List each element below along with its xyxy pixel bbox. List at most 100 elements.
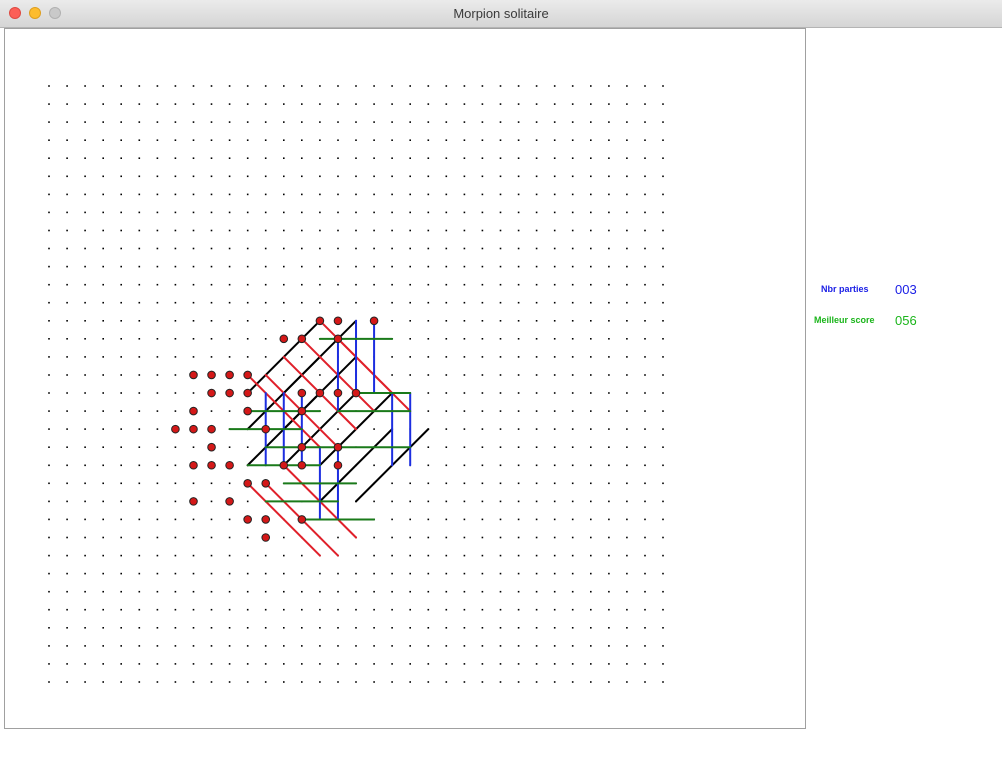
grid-dot[interactable] [445,193,448,196]
grid-dot[interactable] [355,608,357,611]
grid-dot[interactable] [427,103,430,105]
grid-dot[interactable] [174,645,177,647]
grid-dot[interactable] [644,283,646,286]
grid-dot[interactable] [48,392,50,394]
grid-dot[interactable] [571,103,574,105]
grid-dot[interactable] [84,446,86,448]
grid-dot[interactable] [608,410,610,412]
grid-dot[interactable] [246,247,249,250]
grid-dot[interactable] [174,301,177,304]
grid-dot[interactable] [517,283,520,286]
grid-dot[interactable] [373,681,375,683]
grid-dot[interactable] [409,627,411,629]
grid-dot[interactable] [590,175,592,178]
grid-dot[interactable] [391,247,393,250]
grid-dot[interactable] [427,175,430,178]
grid-dot[interactable] [662,283,664,286]
grid-dot[interactable] [156,627,159,629]
grid-dot[interactable] [210,338,213,340]
grid-dot[interactable] [210,157,213,159]
grid-dot[interactable] [66,446,68,448]
grid-dot[interactable] [571,157,574,159]
grid-dot[interactable] [192,536,195,539]
grid-dot[interactable] [409,536,411,539]
grid-dot[interactable] [499,663,502,665]
grid-dot[interactable] [264,645,267,647]
grid-dot[interactable] [626,356,628,358]
grid-dot[interactable] [662,157,664,159]
grid-dot[interactable] [102,518,104,521]
grid-dot[interactable] [66,554,68,557]
grid-dot[interactable] [626,320,628,322]
grid-dot[interactable] [553,464,556,467]
grid-dot[interactable] [373,175,375,178]
grid-dot[interactable] [571,464,574,467]
grid-dot[interactable] [535,645,538,647]
grid-dot[interactable] [481,193,484,196]
grid-dot[interactable] [138,211,141,214]
grid-dot[interactable] [571,283,574,286]
grid-dot[interactable] [571,175,574,178]
grid-dot[interactable] [499,374,502,376]
grid-dot[interactable] [391,356,393,358]
grid-dot[interactable] [499,301,502,304]
grid-dot[interactable] [499,536,502,539]
grid-dot[interactable] [445,338,448,340]
grid-dot[interactable] [608,356,610,358]
grid-dot[interactable] [445,157,448,159]
grid-dot[interactable] [535,283,538,286]
grid-dot[interactable] [427,464,430,467]
grid-dot[interactable] [499,103,502,105]
grid-dot[interactable] [84,193,86,196]
grid-dot[interactable] [192,247,195,250]
grid-dot[interactable] [373,193,375,196]
grid-dot[interactable] [391,103,393,105]
grid-dot[interactable] [409,229,411,232]
grid-dot[interactable] [174,247,177,250]
grid-dot[interactable] [427,320,430,322]
grid-dot[interactable] [264,229,267,232]
grid-dot[interactable] [174,663,177,665]
grid-dot[interactable] [120,338,122,340]
grid-dot[interactable] [481,446,484,448]
grid-dot[interactable] [301,193,303,196]
grid-dot[interactable] [48,121,50,123]
grid-dot[interactable] [228,157,231,159]
grid-dot[interactable] [48,356,50,358]
grid-dot[interactable] [409,247,411,250]
grid-dot[interactable] [210,500,213,503]
grid-dot[interactable] [355,121,357,123]
grid-dot[interactable] [156,482,159,485]
grid-dot[interactable] [66,247,68,250]
grid-dot[interactable] [246,211,249,214]
grid-dot[interactable] [264,681,267,683]
grid-dot[interactable] [481,518,484,521]
grid-dot[interactable] [174,265,177,268]
grid-dot[interactable] [553,175,556,178]
grid-dot[interactable] [337,645,339,647]
grid-dot[interactable] [120,139,122,141]
grid-dot[interactable] [499,247,502,250]
grid-dot[interactable] [427,247,430,250]
grid-dot[interactable] [409,193,411,196]
grid-dot[interactable] [138,175,141,178]
grid-dot[interactable] [156,193,159,196]
grid-dot[interactable] [409,482,411,485]
grid-dot[interactable] [409,590,411,593]
grid-dot[interactable] [427,283,430,286]
grid-dot[interactable] [84,157,86,159]
grid-dot[interactable] [427,608,430,611]
grid-dot[interactable] [138,301,141,304]
grid-dot[interactable] [337,229,339,232]
grid-dot[interactable] [409,139,411,141]
grid-dot[interactable] [517,428,520,430]
grid-dot[interactable] [228,175,231,178]
grid-dot[interactable] [626,374,628,376]
grid-dot[interactable] [517,681,520,683]
grid-dot[interactable] [626,121,628,123]
grid-dot[interactable] [445,211,448,214]
grid-dot[interactable] [463,590,466,593]
grid-dot[interactable] [445,356,448,358]
grid-dot[interactable] [608,175,610,178]
grid-dot[interactable] [102,428,104,430]
